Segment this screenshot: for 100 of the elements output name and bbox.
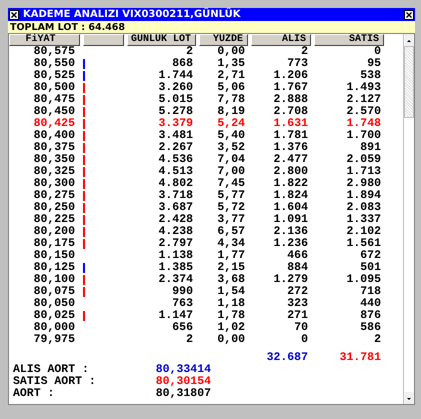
price-cell-text: 80,175 bbox=[32, 238, 76, 250]
percent-cell-text: 5,40 bbox=[216, 130, 246, 142]
lot-cell-text: 4.802 bbox=[157, 178, 194, 190]
percent-cell-text: 1,78 bbox=[216, 310, 246, 322]
price-cell-text: 80,300 bbox=[32, 178, 76, 190]
close-icon[interactable] bbox=[9, 10, 19, 20]
bar-column-header[interactable] bbox=[83, 34, 124, 46]
sell-cell-text: 891 bbox=[359, 142, 382, 154]
price-cell-text: 80,050 bbox=[32, 298, 76, 310]
percent-cell-text: 5,72 bbox=[216, 202, 246, 214]
buy-cell-text: 272 bbox=[286, 286, 309, 298]
percent-cell-text: 5,77 bbox=[216, 190, 246, 202]
price-cell-text: 80,000 bbox=[32, 322, 76, 334]
average-value: 80,31807 bbox=[154, 388, 211, 400]
vertical-scrollbar[interactable] bbox=[403, 34, 414, 404]
percent-cell-text: 2,15 bbox=[216, 262, 246, 274]
sell-cell-text: 586 bbox=[359, 322, 382, 334]
price-cell-text: 80,250 bbox=[32, 202, 76, 214]
sell-cell-text: 440 bbox=[359, 298, 382, 310]
sell-cell-text: 2.127 bbox=[345, 94, 382, 106]
sell-cell-text: 2.083 bbox=[345, 202, 382, 214]
price-cell-text: 80,150 bbox=[32, 250, 76, 262]
buy-cell-text: 1.236 bbox=[272, 238, 309, 250]
percent-column-header[interactable]: YUZDE bbox=[199, 34, 248, 46]
sell-cell-text: 672 bbox=[359, 250, 382, 262]
sell-total: 31.781 bbox=[338, 352, 382, 364]
buy-column-header[interactable]: ALIS bbox=[251, 34, 311, 46]
price-column-header[interactable]: FiYAT bbox=[9, 34, 80, 46]
percent-cell-text: 7,04 bbox=[216, 154, 246, 166]
percent-cell-text: 0,00 bbox=[216, 46, 246, 58]
lot-column-header[interactable]: GUNLUK LOT bbox=[127, 34, 196, 46]
price-cell-text: 80,075 bbox=[32, 286, 76, 298]
lot-cell-text: 1.385 bbox=[157, 262, 194, 274]
lot-cell-text: 2.428 bbox=[157, 214, 194, 226]
percent-cell-text: 5,06 bbox=[216, 82, 246, 94]
lot-cell-text: 868 bbox=[171, 58, 194, 70]
price-cell-text: 80,200 bbox=[32, 226, 76, 238]
total-lot: TOPLAM LOT : 64.468 bbox=[10, 22, 126, 32]
buy-cell-text: 773 bbox=[286, 58, 309, 70]
scroll-down-icon[interactable] bbox=[404, 392, 414, 404]
buy-cell-text: 884 bbox=[286, 262, 309, 274]
buy-cell-text: 2 bbox=[300, 46, 309, 58]
sell-cell-text: 2.570 bbox=[345, 106, 382, 118]
percent-cell-text: 4,34 bbox=[216, 238, 246, 250]
sell-column-header[interactable]: SATIS bbox=[314, 34, 384, 46]
price-cell-text: 80,025 bbox=[32, 310, 76, 322]
lot-cell-text: 656 bbox=[171, 322, 194, 334]
lot-cell-text: 2.797 bbox=[157, 238, 194, 250]
lot-cell-text: 1.147 bbox=[157, 310, 194, 322]
percent-cell-text: 0,00 bbox=[216, 334, 246, 346]
lot-cell-text: 1.138 bbox=[157, 250, 194, 262]
price-cell-text: 80,325 bbox=[32, 166, 76, 178]
close-icon[interactable] bbox=[404, 10, 414, 20]
sell-cell-text: 1.748 bbox=[345, 118, 382, 130]
sell-cell-text: 538 bbox=[359, 70, 382, 82]
percent-cell-text: 2,71 bbox=[216, 70, 246, 82]
buy-cell-text: 2.800 bbox=[272, 166, 309, 178]
lot-cell-text: 4.513 bbox=[157, 166, 194, 178]
lot-cell-text: 3.481 bbox=[157, 130, 194, 142]
window-title: KADEME ANALIZI VIX0300211,GÜNLÜK bbox=[23, 9, 242, 20]
buy-cell-text: 1.091 bbox=[272, 214, 309, 226]
buy-cell-text: 1.822 bbox=[272, 178, 309, 190]
price-cell-text: 79,975 bbox=[32, 334, 76, 346]
sell-cell-text: 501 bbox=[359, 262, 382, 274]
price-cell-text: 80,400 bbox=[32, 130, 76, 142]
buy-cell-text: 1.631 bbox=[272, 118, 309, 130]
sell-cell-text: 876 bbox=[359, 310, 382, 322]
lot-cell-text: 5.278 bbox=[157, 106, 194, 118]
buy-total: 32.687 bbox=[266, 352, 309, 364]
percent-cell-text: 1,18 bbox=[216, 298, 246, 310]
buy-cell-text: 1.376 bbox=[272, 142, 309, 154]
sell-cell-text: 2.102 bbox=[345, 226, 382, 238]
percent-cell-text: 3,68 bbox=[216, 274, 246, 286]
average-label: AORT : bbox=[13, 388, 56, 400]
price-cell-text: 80,100 bbox=[32, 274, 76, 286]
lot-cell-text: 3.687 bbox=[157, 202, 194, 214]
sell-cell-text: 1.337 bbox=[345, 214, 382, 226]
sell-cell-text: 1.894 bbox=[345, 190, 382, 202]
average-label: ALIS AORT : bbox=[13, 364, 90, 376]
sell-cell-text: 718 bbox=[359, 286, 382, 298]
sell-cell-text: 1.561 bbox=[345, 238, 382, 250]
price-cell-text: 80,125 bbox=[32, 262, 76, 274]
lot-cell-text: 763 bbox=[171, 298, 194, 310]
sell-cell-text: 2.059 bbox=[345, 154, 382, 166]
percent-cell-text: 1,35 bbox=[216, 58, 246, 70]
scroll-up-icon[interactable] bbox=[404, 34, 414, 46]
price-cell-text: 80,550 bbox=[32, 58, 76, 70]
lot-cell-text: 3.379 bbox=[157, 118, 194, 130]
buy-cell-text: 2.477 bbox=[272, 154, 309, 166]
buy-cell-text: 2.888 bbox=[272, 94, 309, 106]
average-value: 80,30154 bbox=[154, 376, 211, 388]
price-cell-text: 80,350 bbox=[32, 154, 76, 166]
buy-cell-text: 1.206 bbox=[272, 70, 309, 82]
percent-cell-text: 1,02 bbox=[216, 322, 246, 334]
scroll-thumb[interactable] bbox=[404, 46, 414, 118]
sell-cell-text: 1.493 bbox=[345, 82, 382, 94]
price-cell-text: 80,425 bbox=[32, 118, 76, 130]
percent-cell-text: 3,77 bbox=[216, 214, 246, 226]
price-cell-text: 80,575 bbox=[32, 46, 76, 58]
buy-cell-text: 271 bbox=[286, 310, 309, 322]
